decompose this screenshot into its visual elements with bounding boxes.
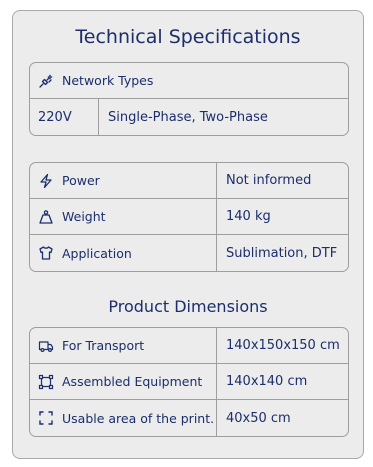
dimension-label: For Transport [62, 338, 145, 353]
spec-label: Application [62, 245, 132, 261]
spec-label: Power [62, 173, 100, 188]
dimension-label: Usable area of the print. [62, 410, 215, 426]
truck-icon [38, 338, 54, 354]
lightning-icon [38, 173, 54, 189]
spec-row-weight: Weight 140 kg [30, 199, 348, 235]
network-types-label: Network Types [62, 73, 154, 88]
dimensions-table: For Transport 140x150x150 cm Assembled E… [29, 327, 349, 437]
spec-row-application: Application Sublimation, DTF [30, 235, 348, 271]
plug-icon [38, 73, 54, 89]
spec-label: Weight [62, 209, 106, 224]
network-types-value-row: 220V Single-Phase, Two-Phase [30, 99, 348, 135]
network-types-table: Network Types 220V Single-Phase, Two-Pha… [29, 62, 349, 136]
page-title: Technical Specifications [75, 26, 301, 48]
specs-table: Power Not informed Weight 140 kg Applica… [29, 162, 349, 272]
dimension-row-transport: For Transport 140x150x150 cm [30, 328, 348, 364]
spec-value: 140 kg [226, 209, 271, 224]
bounding-box-icon [38, 374, 54, 390]
shirt-icon [38, 245, 54, 261]
dimension-value: 140x150x150 cm [226, 338, 340, 353]
dimension-row-assembled: Assembled Equipment 140x140 cm [30, 364, 348, 400]
voltage-value: 220V [30, 99, 99, 135]
dimensions-title: Product Dimensions [108, 297, 268, 316]
specifications-card: Technical Specifications Network Types 2… [12, 10, 364, 459]
phases-value: Single-Phase, Two-Phase [108, 109, 268, 125]
weight-icon [38, 209, 54, 225]
dimension-row-usable-area: Usable area of the print. 40x50 cm [30, 400, 348, 436]
network-types-header-row: Network Types [30, 63, 348, 99]
spec-value: Not informed [226, 173, 312, 188]
spec-value: Sublimation, DTF [226, 245, 338, 261]
spec-row-power: Power Not informed [30, 163, 348, 199]
dimension-label: Assembled Equipment [62, 374, 203, 389]
dimension-value: 140x140 cm [226, 374, 308, 389]
dimension-value: 40x50 cm [226, 410, 291, 426]
crop-frame-icon [38, 410, 54, 426]
